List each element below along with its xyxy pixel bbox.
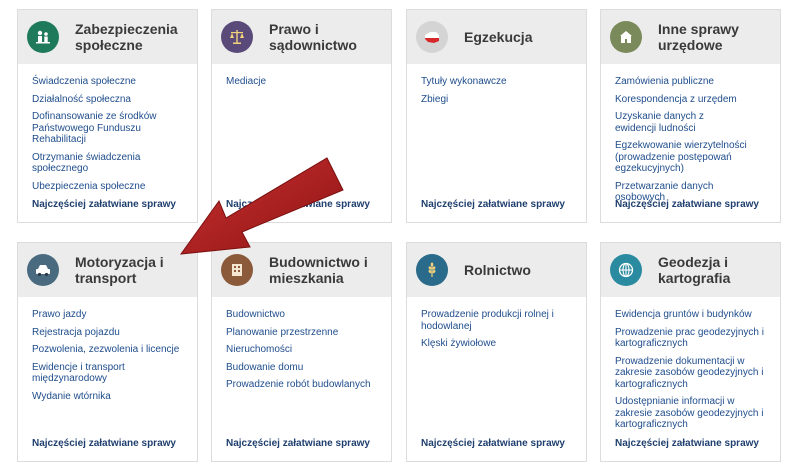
car-icon	[27, 254, 59, 286]
card-title[interactable]: Rolnictwo	[464, 262, 531, 278]
card-links: Świadczenia społeczne Działalność społec…	[18, 64, 197, 192]
most-common-cases-link[interactable]: Najczęściej załatwiane sprawy	[421, 199, 565, 210]
poland-map-icon	[416, 21, 448, 53]
list-item[interactable]: Dofinansowanie ze środków Państwowego Fu…	[32, 111, 158, 146]
list-item[interactable]: Budowanie domu	[226, 362, 377, 374]
list-item[interactable]: Klęski żywiołowe	[421, 338, 572, 350]
list-item[interactable]: Ubezpieczenia społeczne	[32, 181, 183, 193]
card-title[interactable]: Geodezja i kartografia	[658, 254, 780, 286]
card-header[interactable]: Prawo i sądownictwo	[212, 10, 391, 64]
card-links: Prowadzenie produkcji rolnej i hodowlane…	[407, 297, 586, 350]
card-links: Tytuły wykonawcze Zbiegi	[407, 64, 586, 105]
list-item[interactable]: Zamówienia publiczne	[615, 76, 766, 88]
most-common-cases-link[interactable]: Najczęściej załatwiane sprawy	[615, 438, 759, 449]
list-item[interactable]: Tytuły wykonawcze	[421, 76, 572, 88]
list-item[interactable]: Budownictwo	[226, 309, 377, 321]
card-title[interactable]: Egzekucja	[464, 29, 532, 45]
category-card-prawo: Prawo i sądownictwo Mediacje Najczęściej…	[211, 9, 392, 223]
card-links: Budownictwo Planowanie przestrzenne Nier…	[212, 297, 391, 391]
card-header[interactable]: Inne sprawy urzędowe	[601, 10, 780, 64]
list-item[interactable]: Nieruchomości	[226, 344, 377, 356]
list-item[interactable]: Planowanie przestrzenne	[226, 327, 377, 339]
apartment-building-icon	[221, 254, 253, 286]
list-item[interactable]: Ewidencje i transport międzynarodowy	[32, 362, 142, 385]
card-title[interactable]: Inne sprawy urzędowe	[658, 21, 780, 53]
list-item[interactable]: Udostępnianie informacji w zakresie zaso…	[615, 396, 765, 431]
category-card-egzekucja: Egzekucja Tytuły wykonawcze Zbiegi Najcz…	[406, 9, 587, 223]
list-item[interactable]: Ewidencja gruntów i budynków	[615, 309, 766, 321]
list-item[interactable]: Prowadzenie produkcji rolnej i hodowlane…	[421, 309, 561, 332]
most-common-cases-link[interactable]: Najczęściej załatwiane sprawy	[615, 199, 759, 210]
category-card-zabezpieczenia: Zabezpieczenia społeczne Świadczenia spo…	[17, 9, 198, 223]
list-item[interactable]: Rejestracja pojazdu	[32, 327, 183, 339]
card-links: Zamówienia publiczne Korespondencja z ur…	[601, 64, 780, 204]
list-item[interactable]: Świadczenia społeczne	[32, 76, 183, 88]
list-item[interactable]: Prowadzenie prac geodezyjnych i kartogra…	[615, 327, 765, 350]
card-header[interactable]: Budownictwo i mieszkania	[212, 243, 391, 297]
office-building-icon	[610, 21, 642, 53]
list-item[interactable]: Działalność społeczna	[32, 94, 183, 106]
list-item[interactable]: Korespondencja z urzędem	[615, 94, 766, 106]
card-header[interactable]: Rolnictwo	[407, 243, 586, 297]
card-links: Ewidencja gruntów i budynków Prowadzenie…	[601, 297, 780, 431]
scales-icon	[221, 21, 253, 53]
card-title[interactable]: Budownictwo i mieszkania	[269, 254, 391, 286]
list-item[interactable]: Wydanie wtórnika	[32, 391, 183, 403]
card-title[interactable]: Zabezpieczenia społeczne	[75, 21, 197, 53]
family-icon	[27, 21, 59, 53]
category-card-geodezja: Geodezja i kartografia Ewidencja gruntów…	[600, 242, 781, 462]
card-links: Prawo jazdy Rejestracja pojazdu Pozwolen…	[18, 297, 197, 402]
wheat-icon	[416, 254, 448, 286]
most-common-cases-link[interactable]: Najczęściej załatwiane sprawy	[32, 199, 176, 210]
list-item[interactable]: Mediacje	[226, 76, 377, 88]
category-card-motoryzacja: Motoryzacja i transport Prawo jazdy Reje…	[17, 242, 198, 462]
most-common-cases-link[interactable]: Najczęściej załatwiane sprawy	[226, 438, 370, 449]
globe-icon	[610, 254, 642, 286]
list-item[interactable]: Pozwolenia, zezwolenia i licencje	[32, 344, 183, 356]
most-common-cases-link[interactable]: Najczęściej załatwiane sprawy	[421, 438, 565, 449]
list-item[interactable]: Prawo jazdy	[32, 309, 183, 321]
card-title[interactable]: Prawo i sądownictwo	[269, 21, 391, 53]
card-header[interactable]: Geodezja i kartografia	[601, 243, 780, 297]
card-links: Mediacje	[212, 64, 391, 88]
list-item[interactable]: Prowadzenie dokumentacji w zakresie zaso…	[615, 356, 765, 391]
list-item[interactable]: Egzekwowanie wierzytelności (prowadzenie…	[615, 140, 755, 175]
list-item[interactable]: Zbiegi	[421, 94, 572, 106]
category-card-budownictwo: Budownictwo i mieszkania Budownictwo Pla…	[211, 242, 392, 462]
list-item[interactable]: Otrzymanie świadczenia społecznego	[32, 152, 147, 175]
list-item[interactable]: Uzyskanie danych z ewidencji ludności	[615, 111, 740, 134]
category-card-rolnictwo: Rolnictwo Prowadzenie produkcji rolnej i…	[406, 242, 587, 462]
card-header[interactable]: Zabezpieczenia społeczne	[18, 10, 197, 64]
category-card-inne-sprawy: Inne sprawy urzędowe Zamówienia publiczn…	[600, 9, 781, 223]
most-common-cases-link[interactable]: Najczęściej załatwiane sprawy	[226, 199, 370, 210]
card-header[interactable]: Egzekucja	[407, 10, 586, 64]
card-title[interactable]: Motoryzacja i transport	[75, 254, 197, 286]
list-item[interactable]: Prowadzenie robót budowlanych	[226, 379, 377, 391]
most-common-cases-link[interactable]: Najczęściej załatwiane sprawy	[32, 438, 176, 449]
card-header[interactable]: Motoryzacja i transport	[18, 243, 197, 297]
